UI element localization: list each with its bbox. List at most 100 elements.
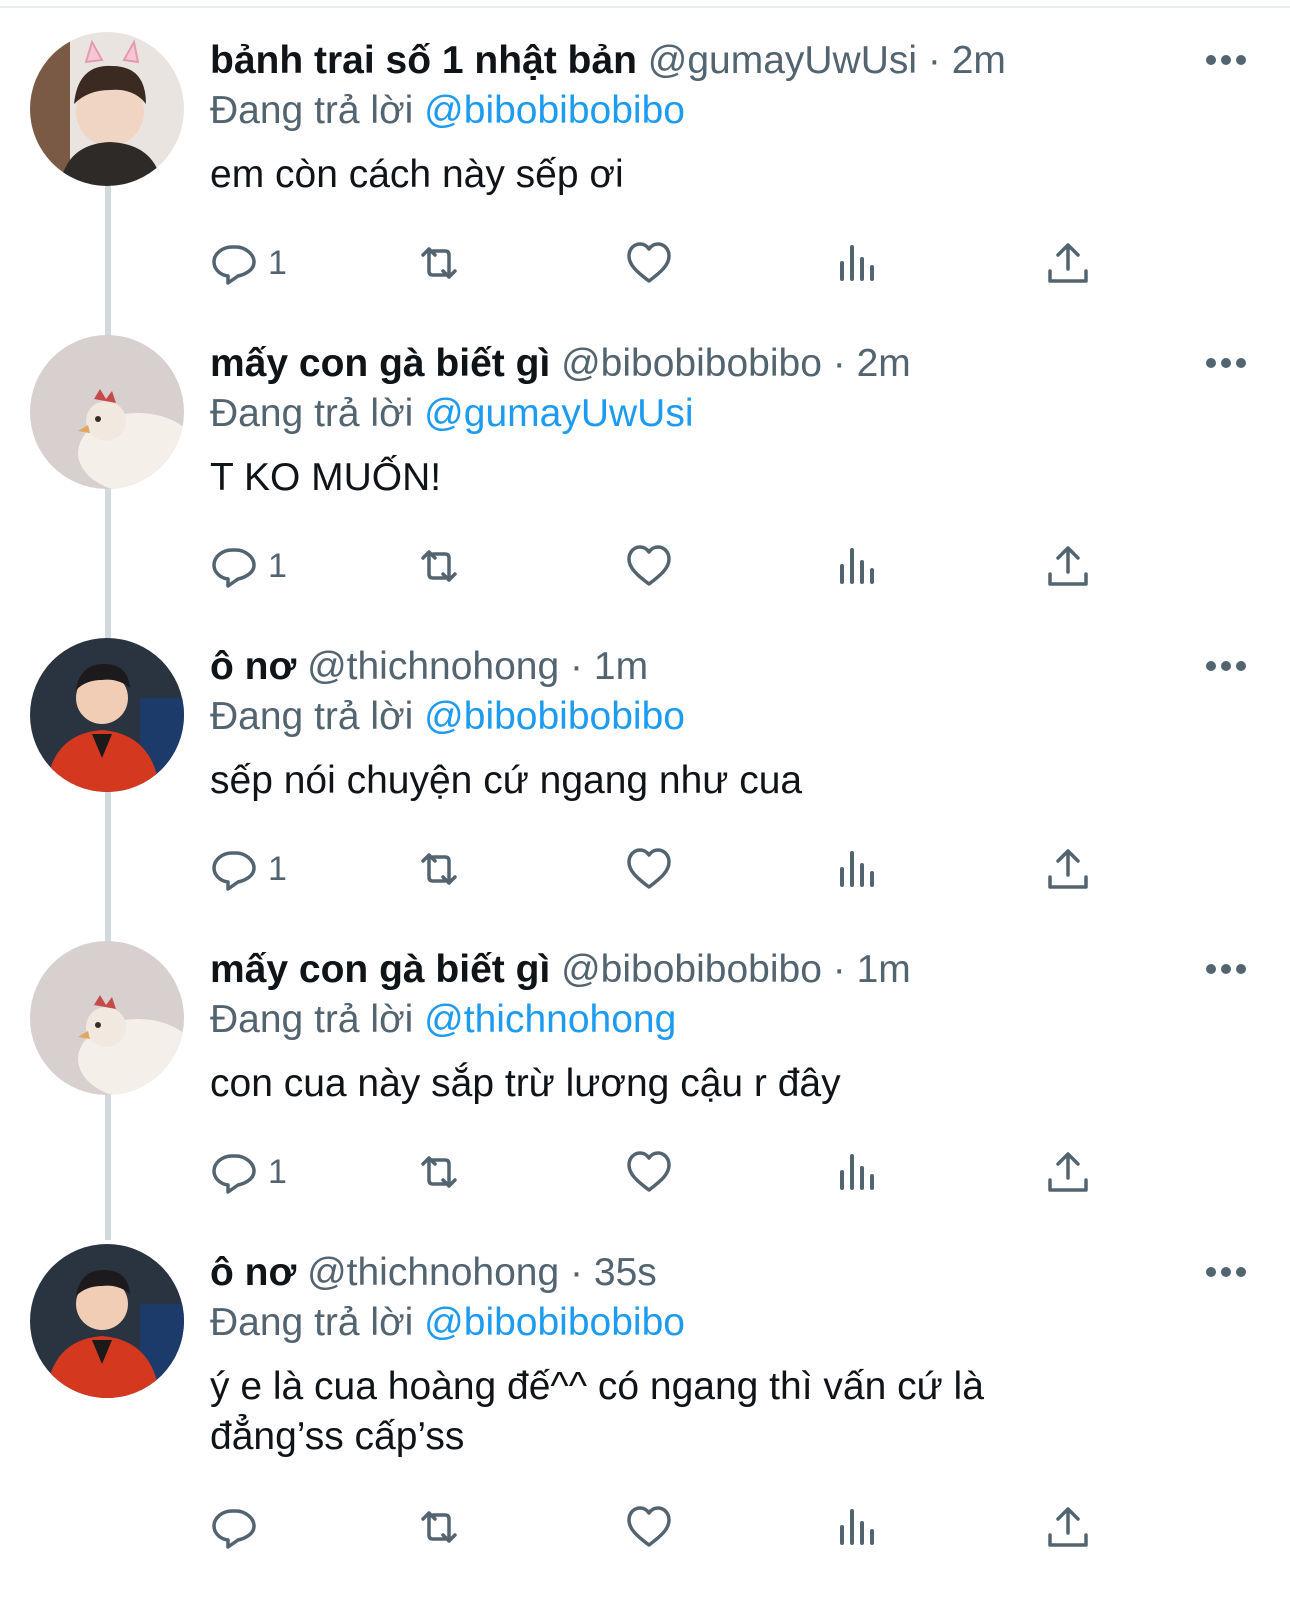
views-button[interactable] [834, 1499, 882, 1555]
share-button[interactable] [1044, 1144, 1092, 1200]
like-button[interactable] [625, 1144, 673, 1200]
tweet[interactable]: ô nơ @thichnohong · 1m Đang trả lời @bib… [0, 638, 1290, 938]
reply-count: 1 [268, 1152, 287, 1191]
reply-count: 1 [268, 546, 287, 585]
retweet-icon [421, 1156, 457, 1188]
more-dots-icon[interactable] [1205, 54, 1247, 66]
timestamp[interactable]: 1m [857, 948, 911, 991]
mention-link[interactable]: @thichnohong [424, 998, 676, 1041]
tweet-header: ô nơ @thichnohong · 1m [210, 642, 648, 692]
reply-bubble-icon [212, 851, 256, 891]
user-handle[interactable]: @thichnohong [307, 1251, 559, 1294]
bar-chart-icon [840, 851, 874, 887]
action-bar: 1 [210, 841, 1250, 897]
display-name[interactable]: mấy con gà biết gì [210, 342, 550, 385]
replying-to: Đang trả lời @gumayUwUsi [210, 389, 693, 439]
timestamp[interactable]: 2m [952, 39, 1006, 82]
avatar-photo [30, 335, 184, 489]
avatar-photo [30, 638, 184, 792]
tweet-text: sếp nói chuyện cứ ngang như cua [210, 759, 803, 802]
action-bar: 1 [210, 1144, 1250, 1200]
heart-icon [627, 1506, 671, 1547]
views-button[interactable] [834, 841, 882, 897]
avatar[interactable] [30, 638, 184, 792]
replying-to: Đang trả lời @bibobibobibo [210, 1298, 685, 1348]
avatar[interactable] [30, 1244, 184, 1398]
share-button[interactable] [1044, 538, 1092, 594]
bar-chart-icon [840, 1154, 874, 1190]
views-button[interactable] [834, 235, 882, 291]
views-button[interactable] [834, 538, 882, 594]
reply-button[interactable] [210, 1499, 268, 1555]
like-button[interactable] [625, 235, 673, 291]
like-button[interactable] [625, 841, 673, 897]
more-dots-icon[interactable] [1205, 963, 1247, 975]
like-button[interactable] [625, 538, 673, 594]
retweet-button[interactable] [415, 841, 463, 897]
tweet[interactable]: mấy con gà biết gì @bibobibobibo · 2m Đa… [0, 335, 1290, 635]
reply-bubble-icon [212, 1154, 256, 1194]
reply-button[interactable]: 1 [210, 1144, 287, 1200]
reply-bubble-icon [212, 1509, 256, 1549]
reply-button[interactable]: 1 [210, 841, 287, 897]
user-handle[interactable]: @thichnohong [307, 645, 559, 688]
share-button[interactable] [1044, 841, 1092, 897]
user-handle[interactable]: @bibobibobibo [561, 342, 822, 385]
heart-icon [627, 545, 671, 586]
tweet-header: mấy con gà biết gì @bibobibobibo · 1m [210, 945, 911, 995]
separator-dot: · [832, 342, 846, 385]
timestamp[interactable]: 2m [857, 342, 911, 385]
bar-chart-icon [840, 245, 874, 281]
tweet[interactable]: bảnh trai số 1 nhật bản @gumayUwUsi · 2m… [0, 32, 1290, 332]
user-handle[interactable]: @gumayUwUsi [648, 39, 917, 82]
avatar-photo [30, 1244, 184, 1398]
display-name[interactable]: ô nơ [210, 1251, 296, 1294]
tweet-header: mấy con gà biết gì @bibobibobibo · 2m [210, 339, 911, 389]
retweet-icon [421, 247, 457, 279]
retweet-button[interactable] [415, 235, 463, 291]
separator-dot: · [927, 39, 941, 82]
share-button[interactable] [1044, 235, 1092, 291]
tweet[interactable]: ô nơ @thichnohong · 35s Đang trả lời @bi… [0, 1244, 1290, 1604]
mention-link[interactable]: @gumayUwUsi [424, 392, 693, 435]
retweet-icon [421, 550, 457, 582]
share-upload-icon [1048, 849, 1088, 889]
bar-chart-icon [840, 1509, 874, 1545]
tweet-text: em còn cách này sếp ơi [210, 153, 624, 196]
reply-button[interactable]: 1 [210, 235, 287, 291]
replying-to-label: Đang trả lời [210, 695, 414, 738]
reply-button[interactable]: 1 [210, 538, 287, 594]
timestamp[interactable]: 35s [594, 1251, 657, 1294]
replying-to-label: Đang trả lời [210, 1301, 414, 1344]
retweet-button[interactable] [415, 538, 463, 594]
retweet-button[interactable] [415, 1144, 463, 1200]
replying-to: Đang trả lời @thichnohong [210, 995, 676, 1045]
display-name[interactable]: mấy con gà biết gì [210, 948, 550, 991]
avatar[interactable] [30, 941, 184, 1095]
timestamp[interactable]: 1m [594, 645, 648, 688]
bar-chart-icon [840, 548, 874, 584]
views-button[interactable] [834, 1144, 882, 1200]
avatar[interactable] [30, 32, 184, 186]
mention-link[interactable]: @bibobibobibo [424, 1301, 685, 1344]
retweet-icon [421, 853, 457, 885]
more-dots-icon[interactable] [1205, 357, 1247, 369]
display-name[interactable]: ô nơ [210, 645, 296, 688]
tweet[interactable]: mấy con gà biết gì @bibobibobibo · 1m Đa… [0, 941, 1290, 1241]
separator-dot: · [832, 948, 846, 991]
retweet-button[interactable] [415, 1499, 463, 1555]
mention-link[interactable]: @bibobibobibo [424, 89, 685, 132]
user-handle[interactable]: @bibobibobibo [561, 948, 822, 991]
display-name[interactable]: bảnh trai số 1 nhật bản [210, 39, 637, 82]
reply-bubble-icon [212, 548, 256, 588]
share-button[interactable] [1044, 1499, 1092, 1555]
more-dots-icon[interactable] [1205, 660, 1247, 672]
like-button[interactable] [625, 1499, 673, 1555]
more-dots-icon[interactable] [1205, 1266, 1247, 1278]
mention-link[interactable]: @bibobibobibo [424, 695, 685, 738]
tweet-text: con cua này sắp trừ lương cậu r đây [210, 1062, 841, 1105]
avatar[interactable] [30, 335, 184, 489]
reply-count: 1 [268, 849, 287, 888]
retweet-icon [421, 1511, 457, 1543]
heart-icon [627, 242, 671, 283]
